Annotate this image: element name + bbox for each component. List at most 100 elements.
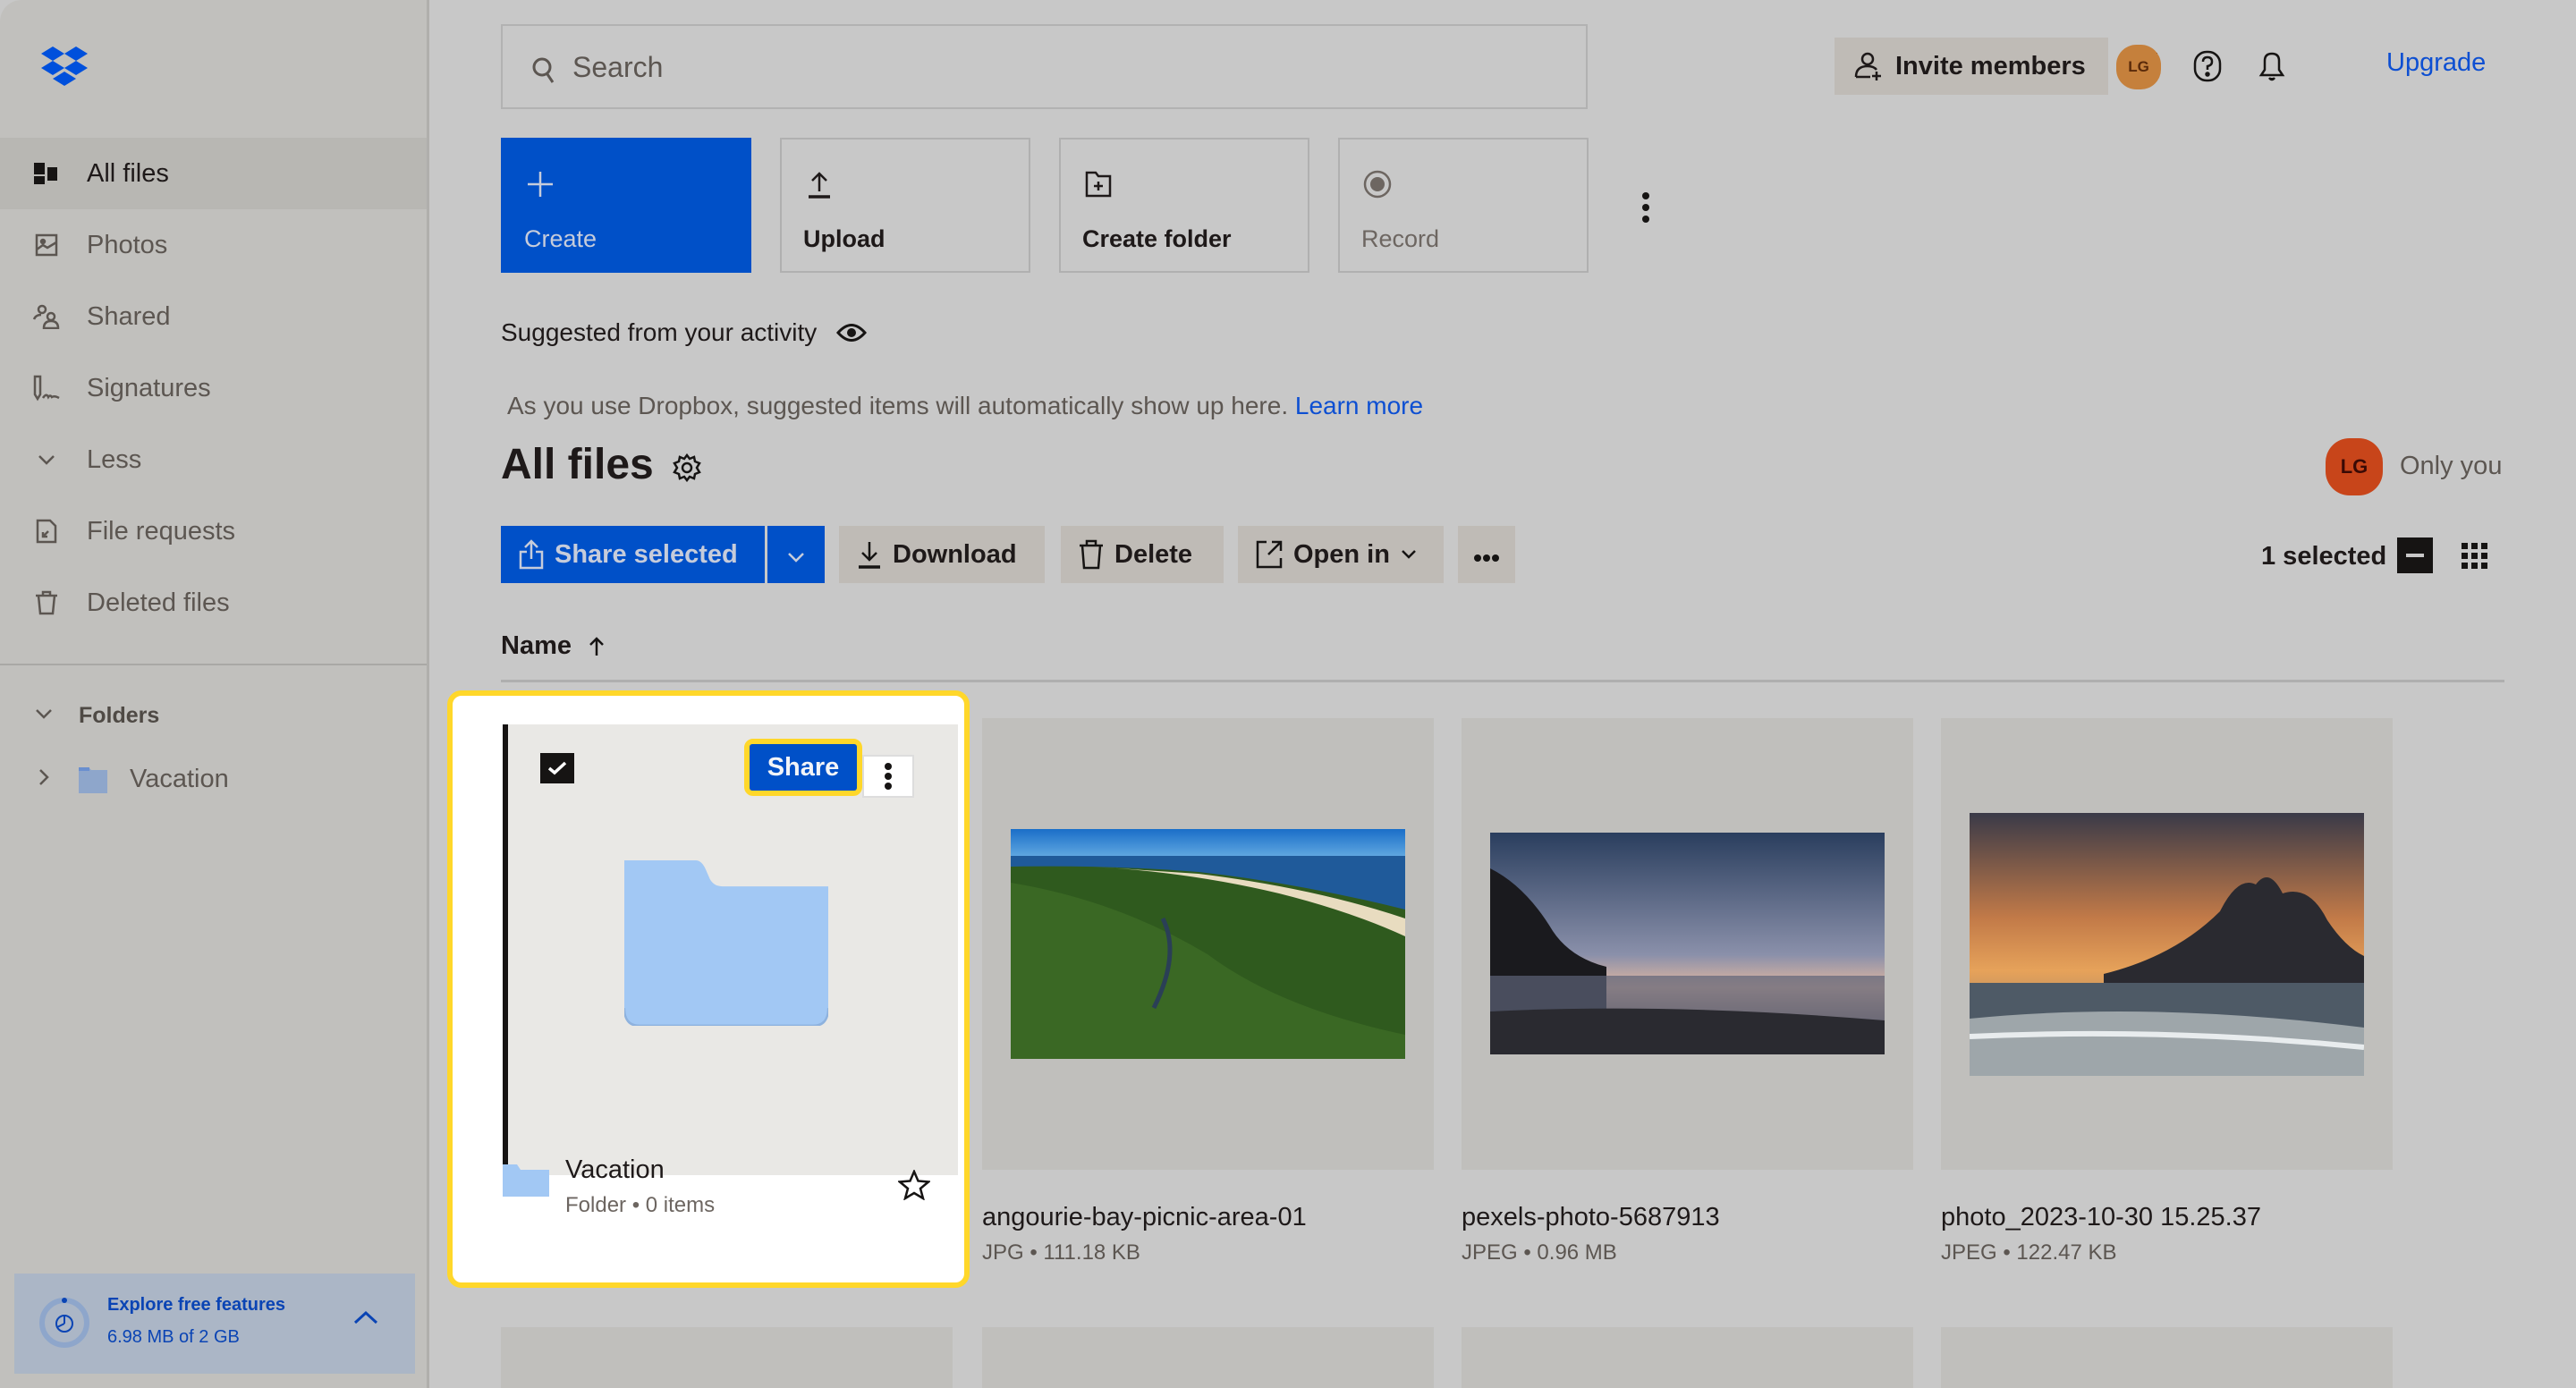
chevron-up-icon[interactable]	[352, 1309, 379, 1330]
file-name[interactable]: pexels-photo-5687913	[1462, 1203, 1720, 1232]
chevron-right-icon[interactable]	[38, 767, 50, 791]
dropbox-logo-icon[interactable]	[41, 47, 88, 86]
file-name[interactable]: photo_2023-10-30 15.25.37	[1941, 1203, 2261, 1232]
sidebar-item-label: Signatures	[87, 373, 211, 402]
file-name[interactable]: angourie-bay-picnic-area-01	[982, 1203, 1307, 1232]
file-thumbnail[interactable]	[982, 718, 1434, 1170]
search-input[interactable]	[572, 44, 1556, 90]
file-card-placeholder[interactable]	[1941, 1327, 2393, 1388]
download-icon	[857, 540, 882, 569]
column-divider	[501, 680, 2504, 682]
storage-usage-text: 6.98 MB of 2 GB	[107, 1327, 240, 1347]
mountain-beach-photo-image	[1970, 813, 2364, 1076]
add-folder-icon	[1080, 166, 1116, 202]
suggested-hint-text: As you use Dropbox, suggested items will…	[507, 392, 1289, 419]
sidebar-item-label: Shared	[87, 301, 171, 331]
create-label: Create	[524, 225, 597, 252]
folder-icon	[503, 1164, 549, 1197]
share-options-dropdown[interactable]	[767, 526, 825, 583]
open-external-icon	[1256, 540, 1283, 569]
ellipsis-icon	[1473, 540, 1500, 570]
shared-icon	[32, 302, 61, 331]
help-icon[interactable]	[2190, 48, 2225, 84]
more-actions-kebab-icon[interactable]	[1633, 188, 1658, 227]
record-button[interactable]: Record	[1338, 138, 1589, 273]
selected-checkbox[interactable]	[540, 753, 574, 783]
file-card-selected[interactable]: Share Vacation Folder • 0 items	[447, 690, 970, 1288]
folders-section-toggle[interactable]: Folders	[0, 696, 427, 735]
download-button[interactable]: Download	[839, 526, 1045, 583]
delete-button[interactable]: Delete	[1061, 526, 1224, 583]
file-thumbnail[interactable]	[1462, 718, 1913, 1170]
share-selected-button[interactable]: Share selected	[501, 526, 765, 583]
star-icon[interactable]	[896, 1168, 932, 1205]
all-files-icon	[32, 159, 61, 188]
folder-icon	[79, 767, 107, 793]
sidebar-item-label: Less	[87, 444, 142, 474]
open-in-button[interactable]: Open in	[1238, 526, 1444, 583]
file-name[interactable]: Vacation	[565, 1155, 665, 1185]
share-icon	[519, 539, 544, 570]
invite-members-button[interactable]: Invite members	[1835, 38, 2108, 95]
chevron-down-icon	[34, 707, 54, 724]
sidebar-item-shared[interactable]: Shared	[0, 281, 427, 352]
storage-usage-ring	[39, 1298, 89, 1348]
notifications-bell-icon[interactable]	[2254, 48, 2290, 84]
learn-more-link[interactable]: Learn more	[1295, 392, 1423, 419]
gear-icon[interactable]	[673, 453, 701, 487]
eye-icon[interactable]	[836, 321, 868, 344]
share-selected-label: Share selected	[555, 539, 738, 569]
file-thumbnail[interactable]	[1941, 718, 2393, 1170]
card-kebab-icon[interactable]	[862, 755, 914, 798]
download-label: Download	[893, 539, 1017, 569]
grid-view-icon[interactable]	[2462, 543, 2488, 574]
invite-members-label: Invite members	[1895, 51, 2086, 80]
upload-label: Upload	[803, 225, 886, 252]
sidebar-item-signatures[interactable]: Signatures	[0, 352, 427, 424]
sidebar-item-all-files[interactable]: All files	[0, 138, 427, 209]
file-card-placeholder[interactable]	[501, 1327, 953, 1388]
file-meta: JPEG • 122.47 KB	[1941, 1240, 2117, 1265]
explore-free-features[interactable]: Explore free features 6.98 MB of 2 GB	[14, 1274, 415, 1374]
file-card-placeholder[interactable]	[1462, 1327, 1913, 1388]
sidebar-item-label: Deleted files	[87, 588, 230, 617]
search-bar[interactable]	[501, 24, 1588, 109]
file-meta: Folder • 0 items	[565, 1193, 716, 1217]
sidebar-item-less[interactable]: Less	[0, 424, 427, 495]
sidebar-item-label: All files	[87, 158, 169, 188]
delete-label: Delete	[1114, 539, 1193, 569]
sort-by-name-header[interactable]: Name	[501, 631, 606, 661]
upgrade-link[interactable]: Upgrade	[2386, 48, 2486, 78]
file-card-placeholder[interactable]	[982, 1327, 1434, 1388]
share-button[interactable]: Share	[750, 744, 857, 791]
suggested-section: Suggested from your activity	[501, 315, 868, 351]
record-icon	[1360, 166, 1395, 202]
folders-heading: Folders	[79, 702, 160, 728]
folder-thumbnail[interactable]: Share	[503, 724, 958, 1175]
trash-icon	[1079, 539, 1104, 570]
file-meta: JPEG • 0.96 MB	[1462, 1240, 1617, 1265]
trash-icon	[32, 588, 61, 617]
sunset-shore-photo-image	[1490, 833, 1885, 1054]
search-icon	[531, 56, 558, 89]
chevron-down-icon	[1401, 549, 1417, 560]
sidebar-item-deleted-files[interactable]: Deleted files	[0, 567, 427, 639]
explore-title: Explore free features	[107, 1295, 285, 1315]
create-button[interactable]: Create	[501, 138, 751, 273]
suggested-hint: As you use Dropbox, suggested items will…	[507, 392, 1423, 420]
upload-button[interactable]: Upload	[780, 138, 1030, 273]
file-meta: JPG • 111.18 KB	[982, 1240, 1140, 1265]
sidebar-folder-vacation[interactable]: Vacation	[0, 757, 427, 801]
sidebar-item-file-requests[interactable]: File requests	[0, 495, 427, 567]
create-folder-label: Create folder	[1082, 225, 1232, 252]
sidebar-item-label: File requests	[87, 516, 236, 546]
photo-icon	[32, 231, 61, 259]
deselect-all-checkbox[interactable]	[2397, 537, 2433, 573]
column-name-label: Name	[501, 631, 572, 660]
more-options-button[interactable]	[1458, 526, 1515, 583]
account-avatar[interactable]: LG	[2116, 45, 2161, 89]
sidebar-item-label: Photos	[87, 230, 168, 259]
create-folder-button[interactable]: Create folder	[1059, 138, 1309, 273]
plus-icon	[522, 166, 558, 202]
sidebar-item-photos[interactable]: Photos	[0, 209, 427, 281]
